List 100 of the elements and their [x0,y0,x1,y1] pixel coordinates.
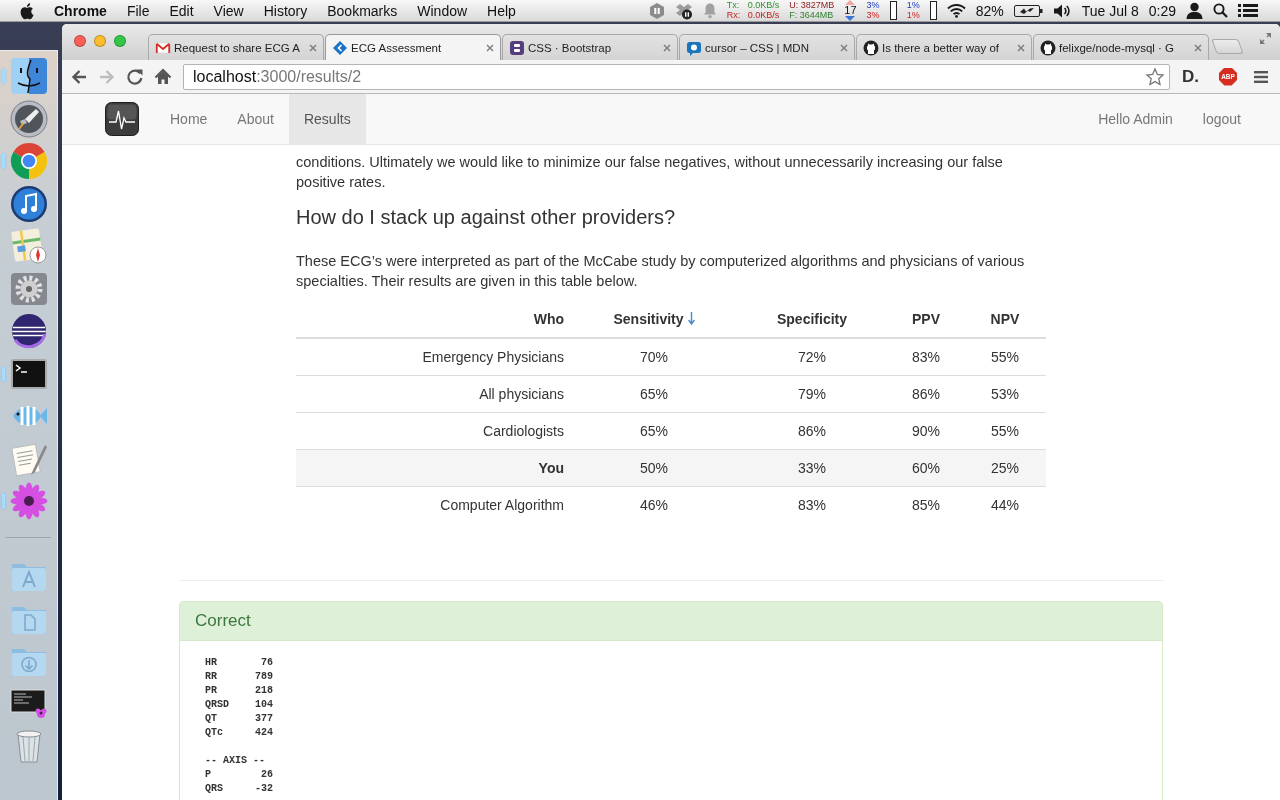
user-icon[interactable] [1186,2,1203,19]
nav-link[interactable]: About [222,94,289,144]
meter-icon [929,1,937,20]
browser-tab[interactable]: CSS · Bootstrap [502,34,678,60]
rocket-icon[interactable] [9,99,48,138]
clock-text: 0:29 [1148,2,1176,19]
menu-item[interactable]: History [263,2,308,19]
cpu-user-reading: 3% [866,1,880,11]
upload-rate: 0.0KB/s [747,1,780,11]
table-cell: 60% [888,449,964,487]
measurement-value: 789 [255,670,273,684]
counter-text: 17 [844,5,857,16]
download-rate: 0.0KB/s [747,10,780,20]
memory-free: F: 3644MB [789,10,835,20]
close-button[interactable] [74,35,86,47]
table-cell: 86% [736,412,888,450]
close-icon[interactable] [308,42,318,53]
column-header[interactable]: Sensitivity [572,301,736,338]
home-button[interactable] [153,66,173,87]
nav-link[interactable]: logout [1187,94,1256,144]
measurement-value: 424 [255,726,273,740]
menu-item[interactable]: Edit [169,2,194,19]
table-cell: 25% [964,449,1046,487]
battery-icon[interactable] [1013,2,1043,19]
expand-icon[interactable] [1259,32,1272,45]
speaker-icon[interactable] [1052,2,1072,19]
close-icon[interactable] [1193,42,1203,53]
close-icon[interactable] [485,42,495,53]
reload-button[interactable] [125,66,145,87]
table-cell: 65% [572,412,736,450]
table-cell: Computer Algorithm [296,486,572,523]
close-icon[interactable] [662,42,672,53]
table-cell: 83% [736,486,888,523]
minimize-button[interactable] [94,35,106,47]
nav-link[interactable]: Results [288,94,366,144]
nav-link[interactable]: Home [155,94,223,144]
browser-tab[interactable]: Request to share ECG A [148,34,324,60]
zoom-button[interactable] [114,35,126,47]
column-header[interactable]: PPV [888,301,964,338]
menu-item[interactable]: View [213,2,244,19]
music-note-icon[interactable] [9,184,48,223]
table-cell: 79% [736,375,888,413]
address-field[interactable]: localhost:3000/results/2 [183,63,1170,90]
apple-icon[interactable] [19,1,34,20]
close-icon[interactable] [1016,42,1026,53]
search-icon[interactable] [1213,3,1228,18]
browser-tab[interactable]: cursor – CSS | MDN [679,34,855,60]
flower-icon[interactable] [9,482,48,520]
table-cell: All physicians [296,375,572,413]
cpu-system-reading: 3% [866,10,880,20]
battery-percent: 82% [975,2,1004,19]
sort-arrow-icon[interactable] [687,312,695,325]
table-cell: 46% [572,486,736,523]
browser-tab[interactable]: ECG Assessment [325,34,501,60]
column-header[interactable]: Specificity [736,301,888,338]
smiley-tile-icon[interactable] [9,57,48,95]
table-cell: 83% [888,338,964,376]
wifi-icon[interactable] [946,3,966,18]
date-text: Tue Jul 8 [1081,2,1139,19]
browser-tab[interactable]: Is there a better way of [856,34,1032,60]
table-cell: You [296,449,572,487]
ring-logo-icon[interactable] [9,142,48,180]
table-cell: Cardiologists [296,412,572,450]
box-pause-icon[interactable] [674,1,693,20]
striped-sphere-icon[interactable] [9,312,48,350]
menu-item[interactable]: Window [417,2,468,19]
extension-button[interactable]: D. [1182,66,1199,87]
meter-icon [889,1,897,20]
menu-item[interactable]: Help [487,2,516,19]
column-header[interactable]: NPV [964,301,1046,338]
app-menu[interactable]: Chrome [54,2,107,19]
measurement-label: QT [205,712,217,726]
hexagon-pause-icon[interactable] [648,1,665,20]
table-cell: 55% [964,338,1046,376]
measurement-label: RR [205,670,217,684]
table-cell: 70% [572,338,736,376]
table-cell: 72% [736,338,888,376]
pulse-logo-icon[interactable] [105,102,139,136]
nav-link[interactable]: Hello Admin [1083,94,1188,144]
menu-item[interactable]: File [126,2,150,19]
menu-item[interactable]: Bookmarks [327,2,398,19]
column-header[interactable]: Who [296,301,572,338]
star-icon[interactable] [1145,66,1165,87]
list-icon[interactable] [1238,3,1258,18]
close-icon[interactable] [839,42,849,53]
table-cell: 44% [964,486,1046,523]
cat-logo-icon [863,39,879,56]
down-triangle-icon [845,16,856,21]
table-cell: 90% [888,412,964,450]
section-label: -- AXIS -- [205,754,266,768]
table-cell: 50% [572,449,736,487]
section-heading: How do I stack up against other providers? [296,206,677,228]
measurement-label: HR [205,656,217,670]
browser-tab[interactable]: felixge/node-mysql · G [1033,34,1209,60]
measurement-value: 104 [255,698,273,712]
download-label: Rx: [726,10,742,20]
measurement-value: -32 [255,782,273,796]
bell-icon[interactable] [702,2,717,19]
bubble-logo-icon [686,39,702,56]
panel-title: Correct [195,611,251,630]
